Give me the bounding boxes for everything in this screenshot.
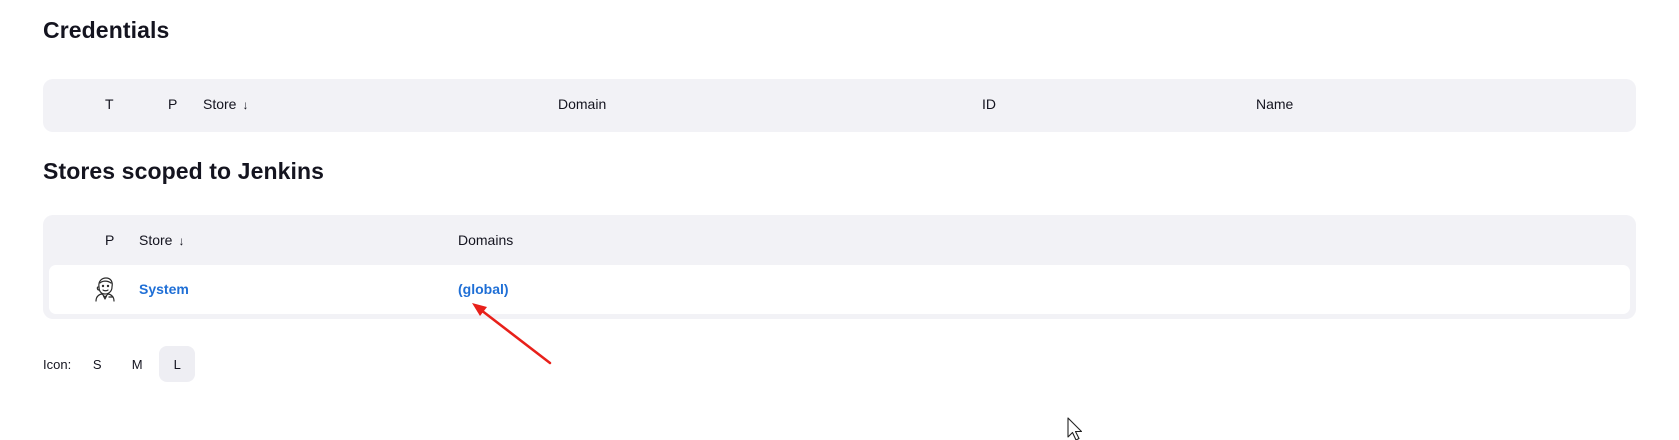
icon-size-medium-button[interactable]: M [119,346,155,382]
sort-descending-icon: ↓ [178,234,185,248]
column-domain-header[interactable]: Domain [558,96,606,112]
table-row: System (global) [49,265,1630,314]
column-type-header[interactable]: T [105,96,114,112]
sort-descending-icon: ↓ [242,98,249,112]
icon-size-label: Icon: [43,356,72,372]
column-id-header[interactable]: ID [982,96,996,112]
icon-size-small-button[interactable]: S [79,346,115,382]
credentials-table-header: T P Store ↓ Domain ID Name [43,79,1636,132]
column-provider-header[interactable]: P [105,232,114,248]
column-name-header[interactable]: Name [1256,96,1293,112]
domain-link-global[interactable]: (global) [458,281,509,297]
stores-title: Stores scoped to Jenkins [43,158,325,184]
column-domains-header[interactable]: Domains [458,232,513,248]
column-provider-header[interactable]: P [168,96,177,112]
column-store-label: Store [203,96,237,112]
column-store-header[interactable]: Store ↓ [203,96,248,112]
column-store-header[interactable]: Store ↓ [139,232,184,248]
column-store-label: Store [139,232,173,248]
credentials-title: Credentials [43,17,170,43]
store-link-system[interactable]: System [139,281,189,297]
icon-size-large-button[interactable]: L [159,346,196,382]
credentials-page: Credentials T P Store ↓ Domain ID Name St… [0,0,1679,440]
mouse-cursor-icon [1067,417,1083,440]
stores-table: P Store ↓ Domains System (global) [43,215,1636,319]
jenkins-butler-icon [93,276,117,302]
icon-size-selector: Icon: S M L [43,346,196,382]
